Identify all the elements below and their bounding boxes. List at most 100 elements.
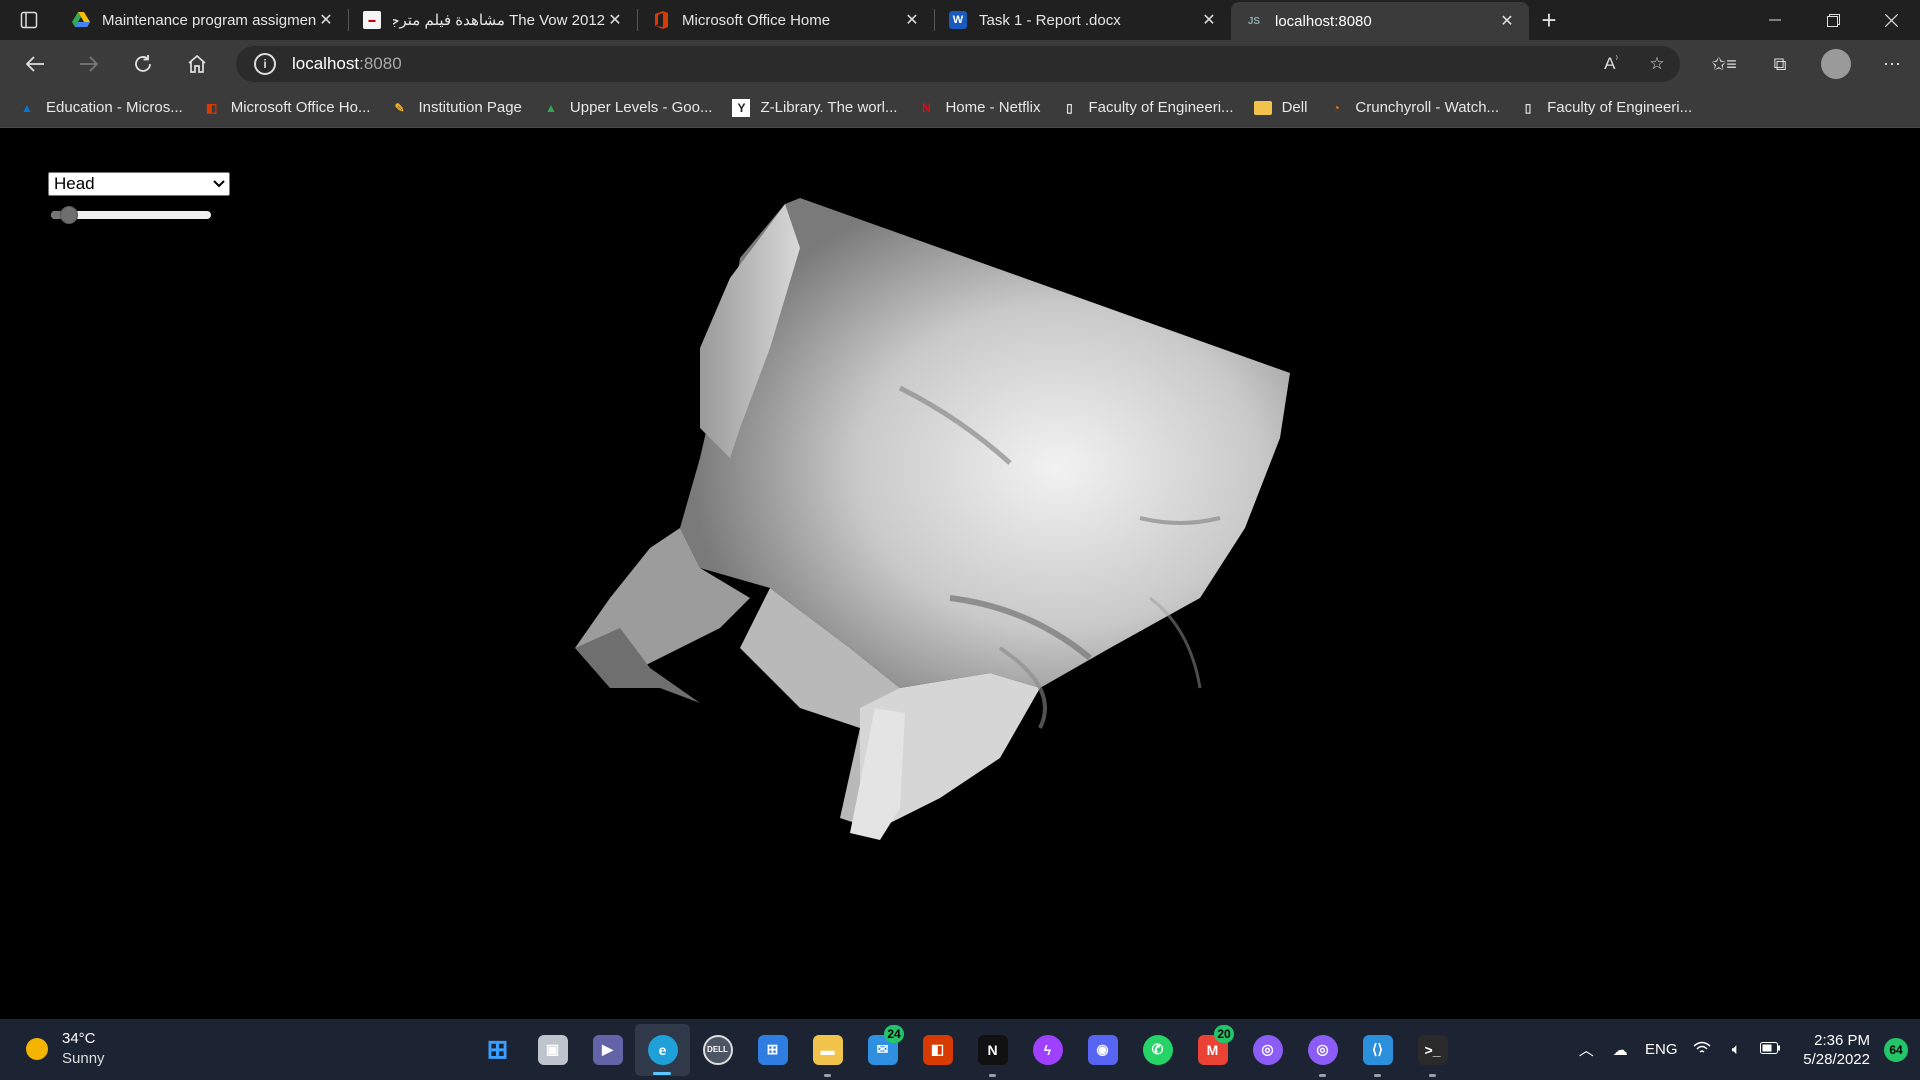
bookmark-item[interactable]: ▲ Education - Micros... — [18, 99, 183, 117]
netflix-icon: N — [977, 1034, 1008, 1065]
tab-the-vow[interactable]: ▬ The Vow 2012 مشاهدة فيلم مترجم ✕ — [349, 0, 637, 40]
tab-office-home[interactable]: Microsoft Office Home ✕ — [638, 0, 934, 40]
edge-icon: e — [647, 1034, 678, 1065]
wifi-icon[interactable] — [1687, 1041, 1717, 1059]
new-tab-button[interactable]: + — [1529, 0, 1569, 40]
read-aloud-icon[interactable]: A⁾ — [1588, 54, 1634, 74]
running-indicator — [653, 1071, 671, 1075]
tab-task-report[interactable]: W Task 1 - Report .docx ✕ — [935, 0, 1231, 40]
browser-toolbar: i localhost:8080 A⁾ ☆ ✩≡ ⧉ ⋯ — [0, 40, 1920, 88]
tab-actions-button[interactable] — [0, 0, 58, 40]
close-tab-icon[interactable]: ✕ — [902, 10, 922, 30]
podcast-app-2-button[interactable]: ◎ — [1295, 1019, 1350, 1080]
volume-icon[interactable]: 🔈︎ — [1721, 1041, 1751, 1058]
teams-chat-button[interactable]: ▶ — [580, 1019, 635, 1080]
forward-button[interactable] — [62, 44, 116, 84]
podcast-app-1-button[interactable]: ◎ — [1240, 1019, 1295, 1080]
vscode-button[interactable]: ⟨⟩ — [1350, 1019, 1405, 1080]
bookmark-label: Education - Micros... — [46, 99, 183, 116]
clock[interactable]: 2:36 PM 5/28/2022 — [1803, 1031, 1870, 1069]
bookmark-item[interactable]: ✎ Institution Page — [390, 99, 521, 117]
discord-button[interactable]: ◉ — [1075, 1019, 1130, 1080]
refresh-button[interactable] — [116, 44, 170, 84]
running-indicator — [1374, 1074, 1381, 1077]
site-info-icon[interactable]: i — [254, 53, 276, 75]
plus-icon: + — [1541, 4, 1557, 35]
refresh-icon — [135, 55, 151, 72]
task-view-icon: ▣ — [537, 1034, 568, 1065]
bookmark-item[interactable]: ▯ Faculty of Engineeri... — [1519, 99, 1692, 117]
bookmark-item[interactable]: ▲ Upper Levels - Goo... — [542, 99, 713, 117]
bookmark-label: Crunchyroll - Watch... — [1355, 99, 1500, 116]
toolbar-right-actions: ✩≡ ⧉ ⋯ — [1696, 40, 1920, 88]
close-tab-icon[interactable]: ✕ — [1497, 11, 1517, 31]
address-bar[interactable]: i localhost:8080 A⁾ ☆ — [236, 46, 1680, 82]
close-tab-icon[interactable]: ✕ — [605, 10, 625, 30]
tab-label: Maintenance program assigment — [102, 11, 316, 29]
chevron-up-icon[interactable]: ︿ — [1571, 1039, 1601, 1060]
store-button[interactable]: ⊞ — [745, 1019, 800, 1080]
netflix-icon: N — [922, 100, 931, 115]
home-button[interactable] — [170, 44, 224, 84]
netflix-button[interactable]: N — [965, 1019, 1020, 1080]
volume-render-canvas[interactable] — [0, 128, 1920, 1019]
dataset-selected-value: Head — [54, 174, 95, 193]
dataset-select[interactable]: Head — [48, 172, 230, 196]
notification-center-badge[interactable]: 64 — [1884, 1037, 1908, 1062]
tab-maintenance[interactable]: Maintenance program assigment ✕ — [58, 0, 348, 40]
bookmark-item[interactable]: ▬ Dell — [1253, 99, 1307, 116]
edge-button[interactable]: e — [635, 1023, 690, 1076]
chevron-down-icon — [209, 180, 229, 188]
profile-button[interactable] — [1808, 40, 1864, 88]
windows-icon: ⊞ — [486, 1034, 509, 1064]
close-window-button[interactable] — [1862, 0, 1920, 40]
running-indicator — [989, 1074, 996, 1077]
task-view-button[interactable]: ▣ — [525, 1019, 580, 1080]
battery-icon[interactable] — [1755, 1041, 1785, 1058]
window-controls — [1746, 0, 1920, 40]
tab-localhost[interactable]: JS localhost:8080 ✕ — [1231, 2, 1529, 40]
more-options-icon[interactable]: ⋯ — [1864, 40, 1920, 88]
restore-button[interactable] — [1804, 0, 1862, 40]
url-text[interactable]: localhost:8080 — [292, 54, 402, 74]
favorites-icon[interactable]: ✩≡ — [1696, 40, 1752, 88]
start-button[interactable]: ⊞ — [470, 1019, 525, 1080]
bookmark-item[interactable]: ◔ Crunchyroll - Watch... — [1327, 99, 1499, 117]
back-arrow-icon — [25, 56, 44, 72]
tab-actions-icon — [20, 11, 38, 29]
office-icon: ◧ — [922, 1034, 953, 1065]
add-favorite-icon[interactable]: ☆ — [1634, 54, 1680, 74]
bookmark-item[interactable]: ▯ Faculty of Engineeri... — [1060, 99, 1233, 117]
zlibrary-icon: Y — [732, 98, 751, 117]
dell-button[interactable]: DELL — [690, 1019, 745, 1080]
teams-chat-icon: ▶ — [592, 1034, 623, 1065]
unread-badge: 20 — [1214, 1025, 1234, 1043]
language-indicator[interactable]: ENG — [1639, 1041, 1683, 1058]
mail-button[interactable]: ✉ 24 — [855, 1019, 910, 1080]
bookmark-item[interactable]: N Home - Netflix — [917, 99, 1040, 117]
bookmark-item[interactable]: Y Z-Library. The worl... — [732, 98, 897, 117]
terminal-button[interactable]: >_ — [1405, 1019, 1460, 1080]
store-icon: ⊞ — [757, 1034, 788, 1065]
slider-thumb[interactable] — [59, 206, 78, 224]
google-drive-icon — [72, 11, 90, 29]
office-button[interactable]: ◧ — [910, 1019, 965, 1080]
bookmark-item[interactable]: ◧ Microsoft Office Ho... — [203, 99, 370, 117]
close-tab-icon[interactable]: ✕ — [1199, 10, 1219, 30]
file-explorer-button[interactable]: ▬ — [800, 1019, 855, 1080]
close-tab-icon[interactable]: ✕ — [316, 10, 336, 30]
tab-label: localhost:8080 — [1275, 12, 1372, 30]
collections-icon[interactable]: ⧉ — [1752, 40, 1808, 88]
bookmark-label: Upper Levels - Goo... — [569, 99, 713, 116]
iso-value-slider[interactable] — [51, 206, 211, 224]
onedrive-icon[interactable]: ☁ — [1605, 1041, 1635, 1059]
avatar — [1821, 49, 1851, 79]
bookmark-label: Faculty of Engineeri... — [1547, 99, 1693, 116]
weather-widget[interactable]: 34°C Sunny — [26, 1029, 105, 1069]
messenger-button[interactable]: ϟ — [1020, 1019, 1075, 1080]
back-button[interactable] — [8, 44, 62, 84]
whatsapp-button[interactable]: ✆ — [1130, 1019, 1185, 1080]
bookmark-label: Faculty of Engineeri... — [1088, 99, 1234, 116]
minimize-button[interactable] — [1746, 0, 1804, 40]
gmail-button[interactable]: M 20 — [1185, 1019, 1240, 1080]
